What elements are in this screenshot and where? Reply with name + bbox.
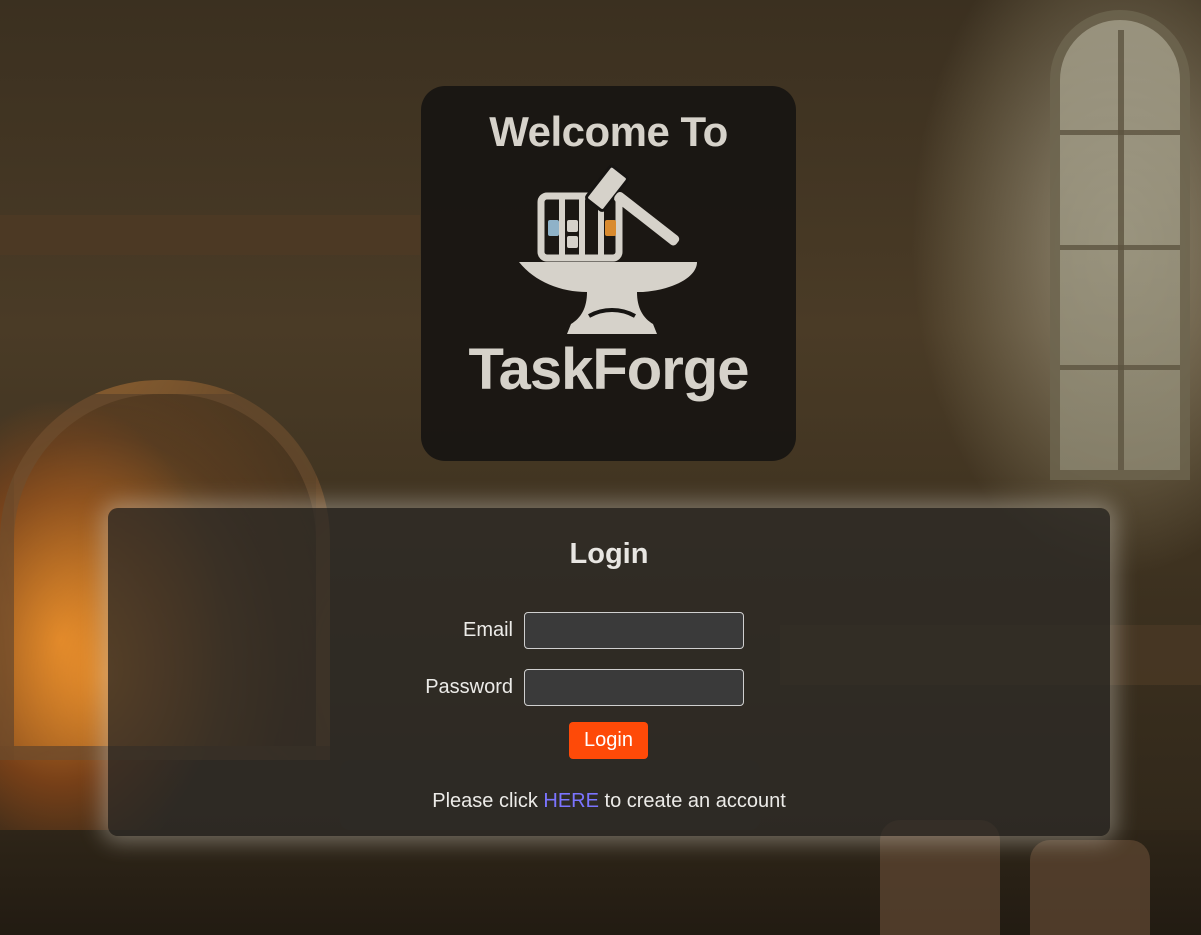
create-account-link[interactable]: HERE	[543, 790, 599, 812]
logo-card: Welcome To TaskForge	[421, 86, 796, 461]
password-label: Password	[425, 676, 513, 698]
email-field[interactable]	[524, 612, 744, 649]
background-window-bar	[1060, 130, 1180, 135]
page: Welcome To TaskForge Login Email Passwor…	[0, 0, 1201, 935]
background-window-bar	[1060, 245, 1180, 250]
signup-suffix-text: to create an account	[598, 790, 786, 812]
background-barrel	[880, 820, 1000, 935]
email-label: Email	[462, 619, 513, 641]
brand-name: TaskForge	[468, 337, 749, 402]
background-window-bar	[1118, 30, 1124, 470]
welcome-heading: Welcome To	[489, 108, 728, 155]
background-barrel	[1030, 840, 1150, 935]
login-panel: Login Email Password Login Please click …	[108, 508, 1110, 836]
background-floor	[0, 830, 1201, 935]
hammer-anvil-kanban-icon	[511, 158, 711, 343]
background-window-bar	[1060, 365, 1180, 370]
signup-prefix-text: Please click	[432, 790, 544, 812]
background-shelf	[0, 215, 420, 255]
signup-prompt: Please click HERE to create an account	[108, 790, 1110, 813]
login-title: Login	[569, 538, 649, 570]
password-field[interactable]	[524, 669, 744, 706]
login-button[interactable]: Login	[569, 722, 648, 759]
